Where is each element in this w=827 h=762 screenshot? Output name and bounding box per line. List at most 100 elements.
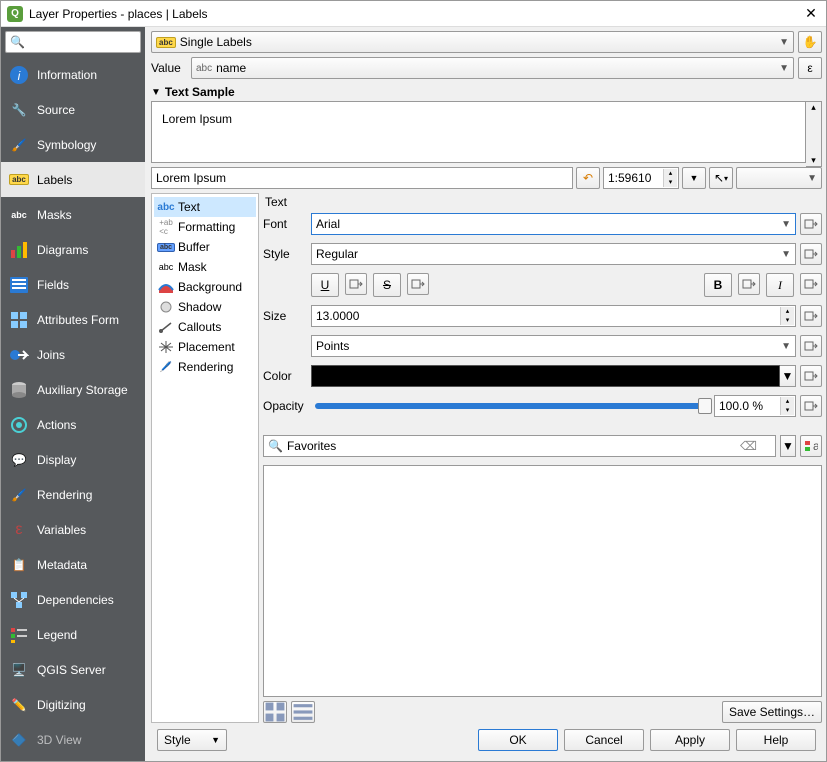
- sidebar-item-label: Symbology: [37, 138, 96, 152]
- subtab-callouts[interactable]: Callouts: [154, 317, 256, 337]
- styles-preview[interactable]: [263, 465, 822, 697]
- close-button[interactable]: ✕: [802, 5, 820, 22]
- style-combo[interactable]: Regular▼: [311, 243, 796, 265]
- sidebar-item-legend[interactable]: Legend: [1, 617, 145, 652]
- favorites-search[interactable]: 🔍 Favorites ⌫: [263, 435, 776, 457]
- expression-button[interactable]: ε: [798, 57, 822, 79]
- size-unit-override[interactable]: [800, 335, 822, 357]
- reset-sample-button[interactable]: ↶: [576, 167, 600, 189]
- titlebar: Q Layer Properties - places | Labels ✕: [1, 1, 826, 27]
- pick-color-button[interactable]: ↖▾: [709, 167, 733, 189]
- sidebar-item-3d-view[interactable]: 🔷 3D View: [1, 722, 145, 757]
- sidebar-item-qgis-server[interactable]: 🖥️QGIS Server: [1, 652, 145, 687]
- value-field-dropdown[interactable]: abc name ▼: [191, 57, 794, 79]
- sidebar-item-joins[interactable]: Joins: [1, 337, 145, 372]
- help-button[interactable]: Help: [736, 729, 816, 751]
- sidebar-item-masks[interactable]: abcMasks: [1, 197, 145, 232]
- labeling-options-button[interactable]: ✋: [798, 31, 822, 53]
- font-override[interactable]: [800, 213, 822, 235]
- scroll-down[interactable]: ▾: [806, 155, 821, 166]
- save-settings-button[interactable]: Save Settings…: [722, 701, 822, 723]
- sidebar-item-dependencies[interactable]: Dependencies: [1, 582, 145, 617]
- sample-text: Lorem Ipsum: [162, 112, 232, 126]
- sidebar-item-attributes-form[interactable]: Attributes Form: [1, 302, 145, 337]
- underline-button[interactable]: U: [311, 273, 339, 297]
- scale-dropdown[interactable]: ▼: [682, 167, 706, 189]
- display-icon: 💬: [9, 450, 29, 470]
- bold-button[interactable]: B: [704, 273, 732, 297]
- font-label: Font: [263, 217, 307, 231]
- opacity-override[interactable]: [800, 395, 822, 417]
- scale-input[interactable]: 1:59610▴▾: [603, 167, 679, 189]
- sidebar-item-display[interactable]: 💬 Display: [1, 442, 145, 477]
- subtab-text[interactable]: abcText: [154, 197, 256, 217]
- slider-thumb[interactable]: [698, 398, 712, 414]
- sidebar-item-symbology[interactable]: 🖌️Symbology: [1, 127, 145, 162]
- text-sample-preview: Lorem Ipsum: [151, 101, 806, 163]
- placement-icon: [158, 340, 174, 354]
- subtab-rendering[interactable]: 🖊️Rendering: [154, 357, 256, 377]
- font-combo[interactable]: Arial▼: [311, 213, 796, 235]
- size-unit-combo[interactable]: Points▼: [311, 335, 796, 357]
- strike-label: S: [383, 278, 391, 292]
- ok-button[interactable]: OK: [478, 729, 558, 751]
- sidebar-item-label: Masks: [37, 208, 72, 222]
- save-settings-label: Save Settings…: [729, 705, 815, 719]
- subtab-shadow[interactable]: Shadow: [154, 297, 256, 317]
- italic-override[interactable]: [800, 273, 822, 295]
- sidebar-search[interactable]: 🔍: [5, 31, 141, 53]
- sidebar-item-auxiliary-storage[interactable]: Auxiliary Storage: [1, 372, 145, 407]
- 3d-icon: 🔷: [9, 730, 29, 750]
- sidebar-item-variables[interactable]: εVariables: [1, 512, 145, 547]
- bold-label: B: [714, 278, 723, 292]
- sidebar-item-actions[interactable]: Actions: [1, 407, 145, 442]
- apply-button[interactable]: Apply: [650, 729, 730, 751]
- sidebar-item-source[interactable]: 🔧Source: [1, 92, 145, 127]
- sidebar-item-metadata[interactable]: 📋Metadata: [1, 547, 145, 582]
- subtab-background[interactable]: Background: [154, 277, 256, 297]
- favorites-dropdown[interactable]: ▼: [780, 435, 796, 457]
- size-input[interactable]: 13.0000▴▾: [311, 305, 796, 327]
- size-override[interactable]: [800, 305, 822, 327]
- text-icon: abc: [158, 200, 174, 214]
- text-sample-header[interactable]: ▼ Text Sample: [151, 83, 822, 101]
- cancel-button[interactable]: Cancel: [564, 729, 644, 751]
- icon-view-button[interactable]: [263, 701, 287, 723]
- subtab-formatting[interactable]: +ab<cFormatting: [154, 217, 256, 237]
- color-button[interactable]: [311, 365, 780, 387]
- sidebar-item-rendering[interactable]: 🖌️Rendering: [1, 477, 145, 512]
- clear-icon[interactable]: ⌫: [740, 439, 757, 453]
- strikeout-button[interactable]: S: [373, 273, 401, 297]
- label-mode-dropdown[interactable]: abc Single Labels ▼: [151, 31, 794, 53]
- sidebar-item-fields[interactable]: Fields: [1, 267, 145, 302]
- style-override[interactable]: [800, 243, 822, 265]
- background-icon: [158, 280, 174, 294]
- sample-text-input[interactable]: [151, 167, 573, 189]
- subtab-buffer[interactable]: abcBuffer: [154, 237, 256, 257]
- color-override[interactable]: [800, 365, 822, 387]
- opacity-slider[interactable]: [315, 403, 706, 409]
- list-view-button[interactable]: [291, 701, 315, 723]
- subtab-mask[interactable]: abcMask: [154, 257, 256, 277]
- underline-override[interactable]: [345, 273, 367, 295]
- style-menu-button[interactable]: Style▼: [157, 729, 227, 751]
- background-dropdown[interactable]: ▼: [736, 167, 822, 189]
- sidebar-item-label: Display: [37, 453, 76, 467]
- italic-button[interactable]: I: [766, 273, 794, 297]
- sidebar-item-labels[interactable]: abcLabels: [1, 162, 145, 197]
- chevron-down-icon: ▼: [779, 37, 789, 48]
- chevron-down-icon: ▼: [782, 369, 794, 383]
- color-dropdown[interactable]: ▼: [780, 365, 796, 387]
- sidebar-item-digitizing[interactable]: ✏️Digitizing: [1, 687, 145, 722]
- sidebar-item-information[interactable]: iInformation: [1, 57, 145, 92]
- sidebar-item-diagrams[interactable]: Diagrams: [1, 232, 145, 267]
- opacity-input[interactable]: 100.0 %▴▾: [714, 395, 796, 417]
- rendering-icon: 🖌️: [9, 485, 29, 505]
- bold-override[interactable]: [738, 273, 760, 295]
- subtab-placement[interactable]: Placement: [154, 337, 256, 357]
- search-icon: 🔍: [268, 439, 283, 453]
- sidebar-item-label: 3D View: [37, 733, 81, 747]
- strikeout-override[interactable]: [407, 273, 429, 295]
- scroll-up[interactable]: ▴: [806, 102, 821, 113]
- tags-button[interactable]: a: [800, 435, 822, 457]
